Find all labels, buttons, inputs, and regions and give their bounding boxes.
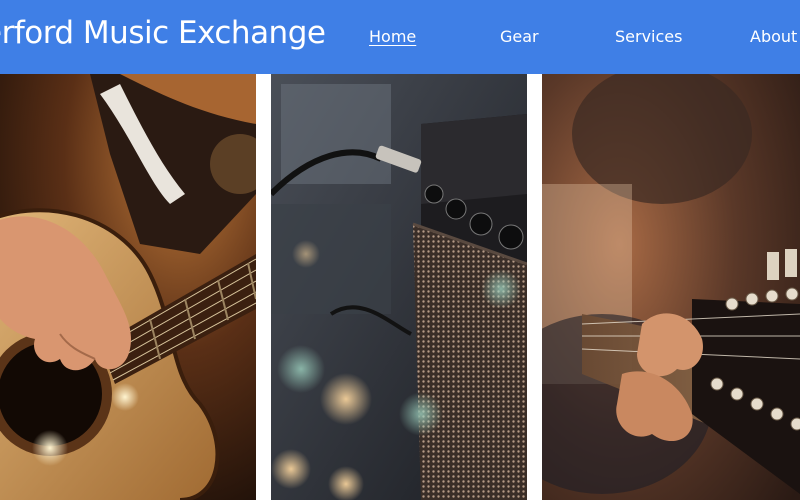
- nav-link-gear[interactable]: Gear: [500, 27, 539, 46]
- nav-link-services[interactable]: Services: [615, 27, 682, 46]
- photo-gallery: [0, 74, 800, 500]
- nav-link-about[interactable]: About: [750, 27, 797, 46]
- nav-link-home[interactable]: Home: [369, 27, 416, 46]
- site-header: erford Music Exchange Home Gear Services…: [0, 0, 800, 74]
- photo-amplifier[interactable]: [271, 74, 527, 500]
- photo-guitarist[interactable]: [542, 74, 800, 500]
- photo-acoustic-guitar[interactable]: [0, 74, 256, 500]
- site-title[interactable]: erford Music Exchange: [0, 15, 326, 51]
